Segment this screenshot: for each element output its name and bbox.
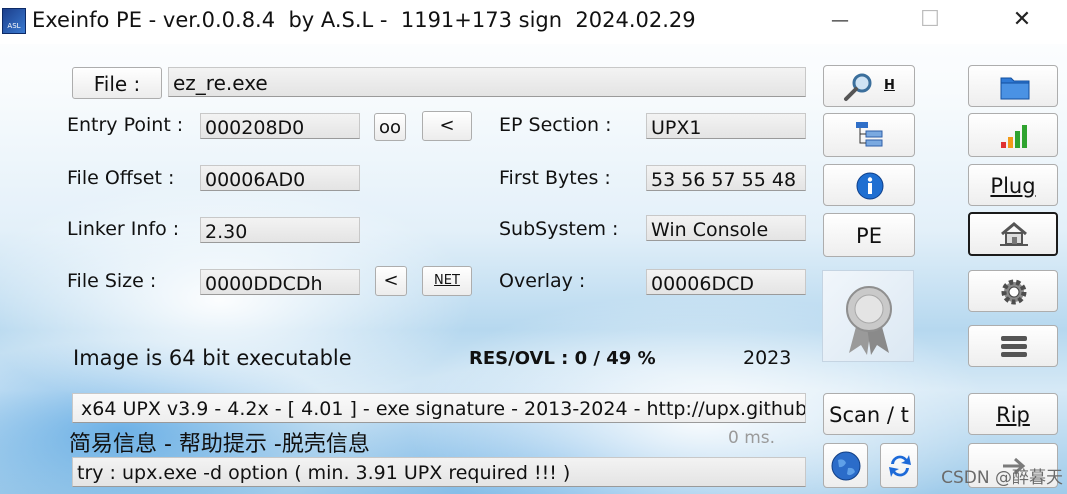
first-bytes-field[interactable]: 53 56 57 55 48 bbox=[646, 165, 806, 191]
file-path-field[interactable]: ez_re.exe bbox=[168, 67, 806, 97]
info-icon bbox=[855, 171, 885, 206]
file-size-back-button[interactable]: < bbox=[375, 266, 407, 296]
refresh-button[interactable] bbox=[880, 443, 918, 488]
overlay-field[interactable]: 00006DCD bbox=[646, 269, 806, 295]
app-icon-label: ASL bbox=[7, 22, 21, 30]
image-bits-text: Image is 64 bit executable bbox=[73, 346, 352, 370]
ep-section-field[interactable]: UPX1 bbox=[646, 113, 806, 139]
res-ovl-text: RES/OVL : 0 / 49 % bbox=[469, 348, 656, 369]
entry-point-field[interactable]: 000208D0 bbox=[200, 113, 360, 139]
home-button[interactable] bbox=[968, 212, 1058, 256]
minimize-button[interactable]: — bbox=[812, 2, 868, 40]
entry-point-back-label: < bbox=[439, 115, 455, 136]
net-button[interactable]: NET bbox=[422, 266, 472, 296]
window-title: Exeinfo PE - ver.0.0.8.4 by A.S.L - 1191… bbox=[32, 8, 696, 32]
search-button[interactable]: H bbox=[823, 65, 915, 107]
bar-chart-icon bbox=[999, 122, 1031, 155]
plug-button[interactable]: Plug bbox=[968, 164, 1058, 206]
csdn-watermark: CSDN @醉暮天 bbox=[941, 468, 1063, 488]
info-button[interactable] bbox=[823, 164, 915, 206]
stats-button[interactable] bbox=[968, 113, 1058, 157]
entry-point-label: Entry Point : bbox=[67, 114, 184, 136]
overlay-label: Overlay : bbox=[499, 270, 586, 292]
file-button-label: File : bbox=[93, 72, 141, 96]
file-size-back-label: < bbox=[383, 270, 399, 291]
help-links[interactable]: 简易信息 - 帮助提示 -脱壳信息 bbox=[69, 426, 370, 458]
oo-button-label: oo bbox=[378, 117, 402, 138]
file-size-label: File Size : bbox=[67, 270, 157, 292]
search-icon bbox=[842, 72, 876, 107]
file-button[interactable]: File : bbox=[72, 67, 162, 99]
status-badge bbox=[822, 270, 914, 362]
folder-icon bbox=[999, 72, 1031, 107]
ep-section-label: EP Section : bbox=[499, 114, 612, 136]
web-button[interactable] bbox=[823, 443, 868, 488]
rip-button-label: Rip bbox=[996, 403, 1030, 427]
rip-button[interactable]: Rip bbox=[968, 393, 1058, 435]
search-h-label: H bbox=[884, 78, 895, 93]
gear-icon bbox=[999, 277, 1029, 312]
hint-field[interactable]: try : upx.exe -d option ( min. 3.91 UPX … bbox=[72, 457, 806, 487]
year-text: 2023 bbox=[743, 347, 792, 369]
subsystem-field[interactable]: Win Console bbox=[646, 215, 806, 241]
refresh-icon bbox=[885, 451, 915, 486]
settings-button[interactable] bbox=[968, 270, 1058, 312]
pe-button-label: PE bbox=[856, 224, 882, 248]
subsystem-label: SubSystem : bbox=[499, 218, 619, 240]
scan-button[interactable]: Scan / t bbox=[823, 393, 915, 435]
net-button-label: NET bbox=[434, 273, 460, 288]
file-offset-field[interactable]: 00006AD0 bbox=[200, 165, 360, 191]
section-tree-button[interactable] bbox=[823, 113, 915, 157]
app-icon: ASL bbox=[2, 8, 26, 34]
entry-point-back-button[interactable]: < bbox=[422, 111, 472, 141]
oo-button[interactable]: oo bbox=[374, 113, 406, 141]
plug-button-label: Plug bbox=[990, 174, 1036, 198]
globe-icon bbox=[830, 450, 862, 487]
minimize-icon: — bbox=[831, 10, 849, 31]
menu-icon bbox=[999, 333, 1029, 366]
pe-button[interactable]: PE bbox=[823, 213, 915, 257]
menu-button[interactable] bbox=[968, 325, 1058, 367]
linker-info-field[interactable]: 2.30 bbox=[200, 217, 360, 243]
file-size-field[interactable]: 0000DDCDh bbox=[200, 269, 360, 295]
linker-info-label: Linker Info : bbox=[67, 218, 180, 240]
scan-time-text: 0 ms. bbox=[728, 428, 776, 448]
award-ribbon-icon bbox=[841, 283, 897, 359]
open-folder-button[interactable] bbox=[968, 65, 1058, 107]
close-icon: ✕ bbox=[1012, 7, 1032, 32]
signature-field[interactable]: x64 UPX v3.9 - 4.2x - [ 4.01 ] - exe sig… bbox=[72, 393, 806, 423]
scan-button-label: Scan / t bbox=[829, 403, 909, 427]
file-offset-label: File Offset : bbox=[67, 167, 175, 189]
tree-icon bbox=[854, 120, 886, 157]
close-button[interactable]: ✕ bbox=[994, 2, 1050, 40]
maximize-button[interactable]: ☐ bbox=[902, 2, 958, 40]
home-icon bbox=[998, 220, 1030, 253]
first-bytes-label: First Bytes : bbox=[499, 167, 611, 189]
maximize-icon: ☐ bbox=[920, 7, 940, 32]
